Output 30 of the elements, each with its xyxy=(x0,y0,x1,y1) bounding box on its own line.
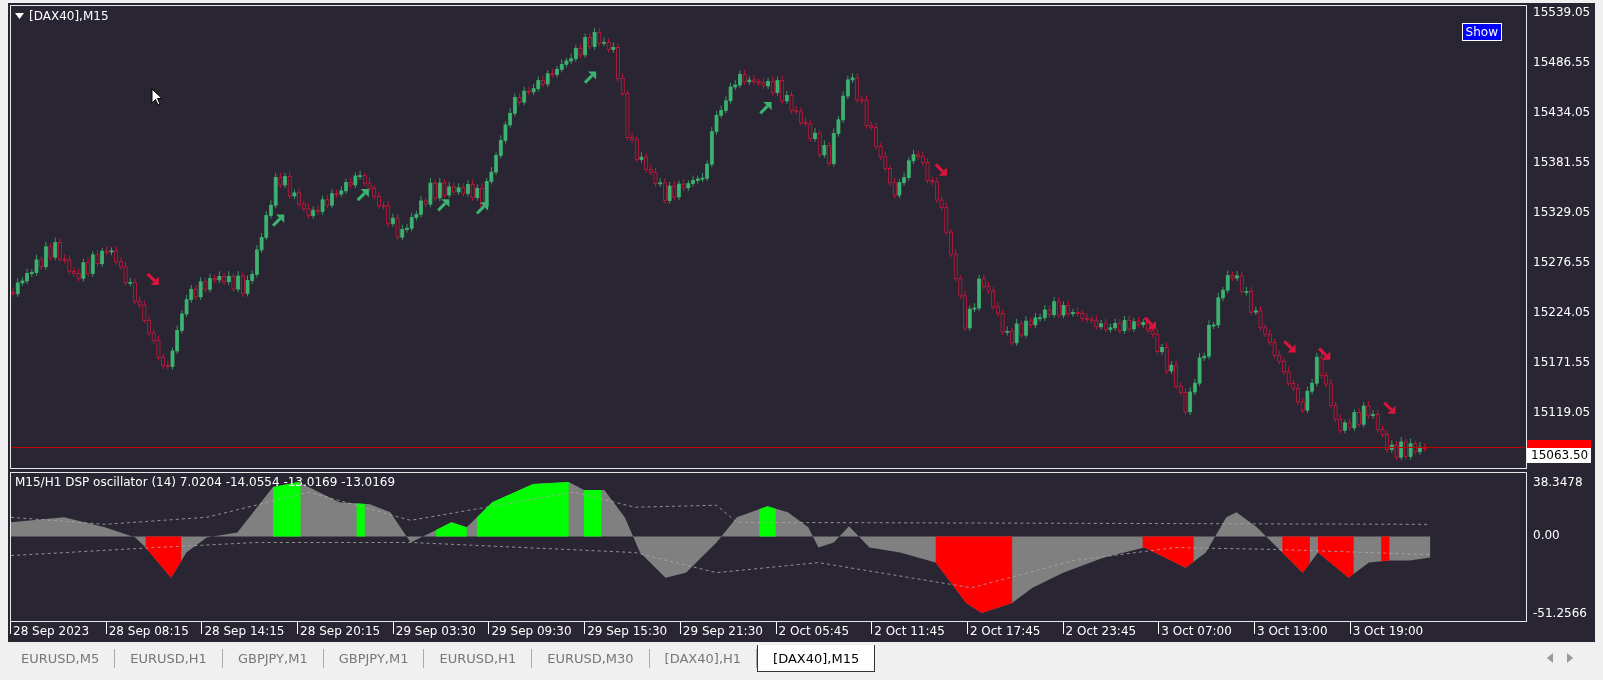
oscillator-tick-label: 38.3478 xyxy=(1533,475,1583,489)
oscillator-tick-label: 0.00 xyxy=(1533,528,1560,542)
show-button[interactable]: Show xyxy=(1461,23,1502,41)
time-tick-label: 2 Oct 05:45 xyxy=(775,622,872,634)
price-tick-label: 15434.05 xyxy=(1533,105,1591,120)
chart-tab[interactable]: EURUSD,M30 xyxy=(532,649,650,668)
price-tick-label: 15539.05 xyxy=(1533,5,1591,19)
time-tick-label: 2 Oct 11:45 xyxy=(871,622,967,634)
price-tick-label: 15329.05 xyxy=(1533,205,1591,220)
oscillator-label: M15/H1 DSP oscillator (14) 7.0204 -14.0554 -13.0169 -13.0169 xyxy=(15,475,396,489)
time-tick-label: 3 Oct 13:00 xyxy=(1253,622,1350,634)
price-tick-label: 15171.55 xyxy=(1533,355,1591,370)
price-tick-label: 15119.05 xyxy=(1533,405,1591,420)
chart-tab[interactable]: EURUSD,M5 xyxy=(6,649,116,668)
time-tick-label: 2 Oct 23:45 xyxy=(1062,622,1159,634)
chart-tab[interactable]: GBPJPY,M1 xyxy=(222,649,324,668)
chart-tab[interactable]: [DAX40],M15 xyxy=(757,645,876,672)
price-tick-label: 15224.05 xyxy=(1533,305,1591,320)
time-tick-label: 2 Oct 17:45 xyxy=(966,622,1063,634)
chart-tab[interactable]: GBPJPY,M1 xyxy=(323,649,425,668)
chart-tab[interactable]: EURUSD,H1 xyxy=(424,649,533,668)
time-tick-label: 3 Oct 19:00 xyxy=(1349,622,1446,634)
time-tick-label: 3 Oct 07:00 xyxy=(1158,622,1254,634)
chart-tab[interactable]: EURUSD,H1 xyxy=(115,649,223,668)
chart-title: [DAX40],M15 xyxy=(29,9,109,23)
oscillator-tick-label: -51.2566 xyxy=(1533,606,1587,620)
price-tick-label: 15276.55 xyxy=(1533,255,1591,270)
current-price-label: 15063.50 xyxy=(1527,448,1591,463)
price-tick-label: 15486.55 xyxy=(1533,55,1591,70)
price-tick-label: 15381.55 xyxy=(1533,155,1591,170)
